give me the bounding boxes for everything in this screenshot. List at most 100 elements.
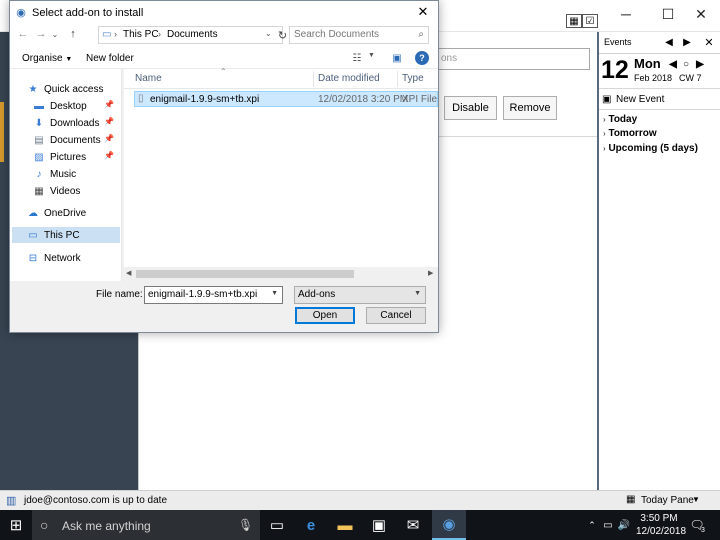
events-label: Events [604, 37, 632, 47]
help-icon[interactable]: ? [415, 51, 429, 65]
column-name[interactable]: Name [135, 73, 162, 84]
back-arrow-icon[interactable]: ← [16, 27, 30, 41]
chevron-down-icon[interactable]: ▼ [271, 290, 278, 297]
new-event-button[interactable]: ▣ New Event [599, 88, 720, 110]
task-view-icon[interactable]: ▭ [260, 510, 294, 540]
agenda-today-label: Today [608, 114, 638, 125]
nav-videos[interactable]: ▦ Videos [12, 183, 120, 199]
pin-icon[interactable]: 📌 [104, 100, 114, 109]
nav-documents[interactable]: ▤ Documents 📌 [12, 132, 120, 148]
cortana-search-box[interactable]: ○ Ask me anything 🎙 [32, 510, 260, 540]
nav-downloads[interactable]: ⬇ Downloads 📌 [12, 115, 120, 131]
network-tray-icon[interactable]: ▭ [602, 518, 614, 532]
today-circle-icon[interactable]: ○ [681, 58, 691, 70]
close-window-button[interactable]: ✕ [678, 0, 720, 28]
scroll-right-icon[interactable]: ▶ [428, 269, 433, 277]
search-documents-input[interactable]: Search Documents ⌕ [289, 26, 429, 44]
volume-icon[interactable]: 🔊 [618, 518, 630, 532]
addon-search-input[interactable]: ons [434, 48, 590, 70]
thunderbird-taskbar-icon[interactable]: ◉ [432, 510, 466, 540]
addon-search-placeholder: ons [441, 53, 458, 64]
forward-arrow-icon[interactable]: → [34, 27, 48, 41]
prev-day-icon[interactable]: ◀ [663, 35, 675, 49]
scroll-left-icon[interactable]: ◀ [126, 269, 131, 277]
file-type-select[interactable]: Add-ons ▼ [294, 286, 426, 304]
pin-icon[interactable]: 📌 [104, 117, 114, 126]
clock-time: 3:50 PM [640, 513, 678, 524]
chevron-down-icon[interactable]: ▼ [692, 495, 700, 504]
month-year: Feb 2018 [634, 73, 673, 83]
breadcrumb-documents[interactable]: Documents [167, 29, 218, 40]
column-separator[interactable] [313, 71, 314, 87]
search-documents-placeholder: Search Documents [294, 29, 380, 40]
column-separator[interactable] [397, 71, 398, 87]
connection-icon: ▥ [6, 495, 17, 507]
pin-icon[interactable]: 📌 [104, 134, 114, 143]
store-icon[interactable]: ▣ [362, 510, 396, 540]
videos-icon: ▦ [34, 185, 44, 197]
status-bar: ▥ jdoe@contoso.com is up to date ▦ Today… [0, 490, 720, 510]
clock[interactable]: 3:50 PM 12/02/2018 [636, 512, 686, 538]
remove-button[interactable]: Remove [503, 96, 557, 120]
up-arrow-icon[interactable]: ↑ [66, 27, 80, 41]
windows-start-icon[interactable]: ⊞ [0, 510, 32, 540]
file-row[interactable]: ▯ enigmail-1.9.9-sm+tb.xpi 12/02/2018 3:… [134, 91, 438, 107]
cancel-label: Cancel [380, 310, 412, 321]
star-icon: ★ [28, 83, 38, 95]
navigation-bar: ← → ⌄ ↑ ▭ › This PC › Documents ⌄ ↻ Sear… [10, 23, 438, 47]
nav-pictures[interactable]: ▨ Pictures 📌 [12, 149, 120, 165]
dialog-close-button[interactable]: ✕ [408, 1, 438, 23]
organise-label: Organise [22, 53, 63, 64]
nav-desktop[interactable]: ▬ Desktop 📌 [12, 98, 120, 114]
scrollbar-thumb[interactable] [136, 270, 354, 278]
nav-onedrive[interactable]: ☁ OneDrive [12, 205, 120, 221]
microphone-icon[interactable]: 🎙 [238, 518, 253, 532]
next-icon[interactable]: ▶ [695, 58, 705, 70]
column-date-modified[interactable]: Date modified [318, 73, 380, 84]
close-pane-icon[interactable]: ✕ [703, 35, 715, 49]
nav-this-pc[interactable]: ▭ This PC [12, 227, 120, 243]
view-options-icon[interactable]: ☷ [350, 51, 364, 65]
agenda-tomorrow[interactable]: › Tomorrow [603, 128, 657, 139]
tasks-icon[interactable]: ☑ [582, 14, 598, 28]
select-addon-dialog: ◉ Select add-on to install ✕ ← → ⌄ ↑ ▭ ›… [9, 0, 439, 333]
nav-music[interactable]: ♪ Music [12, 166, 120, 182]
cancel-button[interactable]: Cancel [366, 307, 426, 324]
agenda-upcoming[interactable]: › Upcoming (5 days) [603, 143, 698, 154]
new-folder-button[interactable]: New folder [86, 53, 134, 64]
show-hidden-icons[interactable]: ⌃ [586, 518, 598, 532]
disable-button[interactable]: Disable [444, 96, 497, 120]
recent-locations-chevron-icon[interactable]: ⌄ [50, 27, 60, 41]
horizontal-scrollbar[interactable]: ◀ ▶ [124, 267, 438, 281]
breadcrumb-this-pc[interactable]: This PC [123, 29, 159, 40]
calendar-week: CW 7 [679, 73, 702, 83]
documents-icon: ▤ [34, 134, 44, 146]
edge-browser-icon[interactable]: e [294, 510, 328, 540]
next-day-icon[interactable]: ▶ [681, 35, 693, 49]
pin-icon[interactable]: 📌 [104, 151, 114, 160]
nav-quick-access[interactable]: ★ Quick access [12, 81, 120, 97]
mail-icon[interactable]: ✉ [396, 510, 430, 540]
cortana-circle-icon: ○ [40, 517, 49, 533]
minimize-button[interactable]: ─ [603, 0, 649, 28]
file-name-input[interactable]: enigmail-1.9.9-sm+tb.xpi ▼ [144, 286, 283, 304]
nav-label: Music [50, 168, 77, 180]
agenda-tomorrow-label: Tomorrow [608, 128, 657, 139]
organise-button[interactable]: Organise ▼ [22, 53, 72, 64]
address-bar[interactable]: ▭ › This PC › Documents ⌄ ↻ [98, 26, 287, 44]
breadcrumb-chevron-icon: › [158, 29, 161, 39]
today-pane-toggle[interactable]: Today Pane [641, 495, 694, 506]
open-button[interactable]: Open [295, 307, 355, 324]
nav-network[interactable]: ⊟ Network [12, 250, 120, 266]
calendar-icon[interactable]: ▦ [566, 14, 582, 28]
nav-label: Documents [50, 134, 101, 146]
prev-icon[interactable]: ◀ [668, 58, 678, 70]
agenda-today[interactable]: › Today [603, 114, 637, 125]
view-options-chevron-icon[interactable]: ▼ [368, 52, 375, 59]
status-text: jdoe@contoso.com is up to date [24, 495, 168, 506]
address-dropdown-icon[interactable]: ⌄ [265, 29, 272, 38]
desktop-folder-icon: ▬ [34, 100, 44, 112]
column-type[interactable]: Type [402, 73, 424, 84]
file-explorer-icon[interactable]: ▬ [328, 510, 362, 540]
preview-pane-icon[interactable]: ▣ [390, 51, 404, 65]
